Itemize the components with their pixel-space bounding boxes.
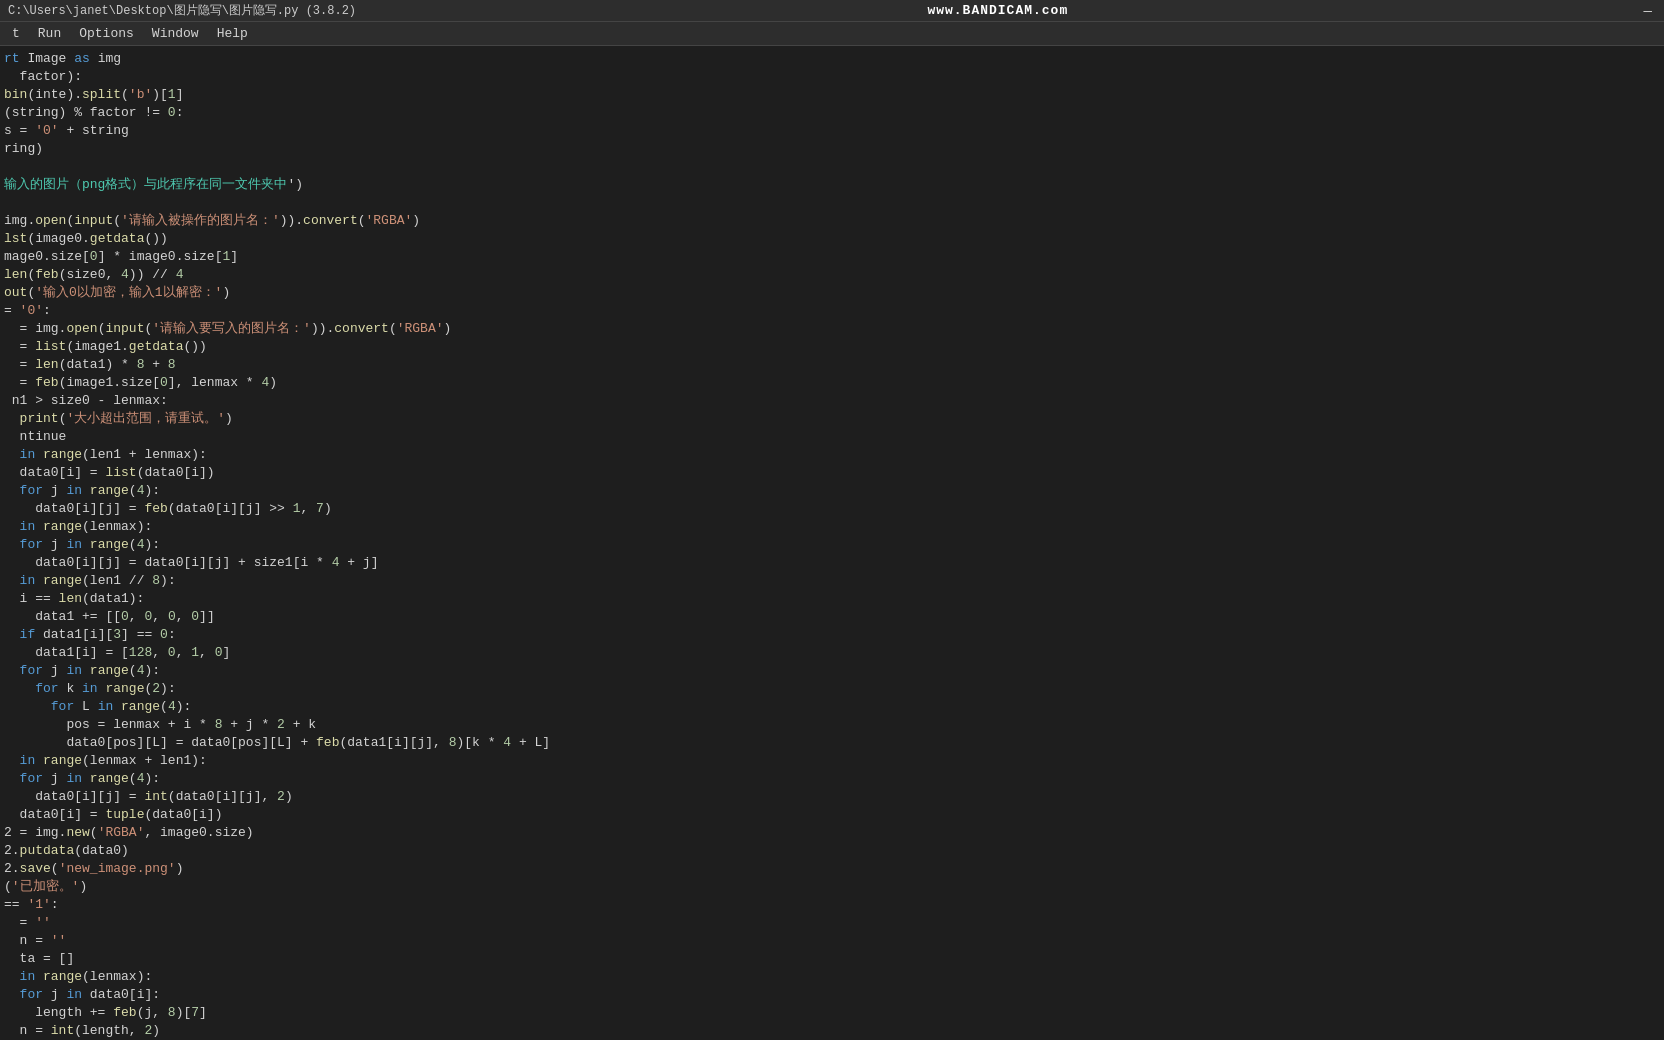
code-line: 2 = img.new('RGBA', image0.size) [0,824,1664,842]
code-line: 2.save('new_image.png') [0,860,1664,878]
code-line: data0[i][j] = int(data0[i][j], 2) [0,788,1664,806]
code-line: data0[i][j] = data0[i][j] + size1[i * 4 … [0,554,1664,572]
code-line: == '1': [0,896,1664,914]
code-line: bin(inte).split('b')[1] [0,86,1664,104]
code-line: n = int(length, 2) [0,1022,1664,1040]
code-line: = len(data1) * 8 + 8 [0,356,1664,374]
code-line: i == len(data1): [0,590,1664,608]
code-line: 输入的图片（png格式）与此程序在同一文件夹中') [0,176,1664,194]
code-line [0,194,1664,212]
code-line: (string) % factor != 0: [0,104,1664,122]
code-line: rt Image as img [0,50,1664,68]
title-bar-text: C:\Users\janet\Desktop\图片隐写\图片隐写.py (3.8… [8,2,356,19]
code-line: if data1[i][3] == 0: [0,626,1664,644]
code-line: len(feb(size0, 4)) // 4 [0,266,1664,284]
menu-item-t[interactable]: t [4,24,28,43]
code-line: = list(image1.getdata()) [0,338,1664,356]
code-line: = '0': [0,302,1664,320]
code-line: mage0.size[0] * image0.size[1] [0,248,1664,266]
minimize-button[interactable]: — [1640,3,1656,19]
title-bar-controls[interactable]: — [1640,3,1656,19]
code-line: data0[pos][L] = data0[pos][L] + feb(data… [0,734,1664,752]
code-line: for j in range(4): [0,662,1664,680]
code-line: pos = lenmax + i * 8 + j * 2 + k [0,716,1664,734]
code-area: rt Image as img factor): bin(inte).split… [0,46,1664,1040]
code-line: factor): [0,68,1664,86]
code-line: for j in range(4): [0,482,1664,500]
code-line: ('已加密。') [0,878,1664,896]
code-line: 2.putdata(data0) [0,842,1664,860]
code-line: = '' [0,914,1664,932]
code-line: print('大小超出范围，请重试。') [0,410,1664,428]
code-line: data0[i][j] = feb(data0[i][j] >> 1, 7) [0,500,1664,518]
code-line: data1 += [[0, 0, 0, 0]] [0,608,1664,626]
code-line: data1[i] = [128, 0, 1, 0] [0,644,1664,662]
code-line: img.open(input('请输入被操作的图片名：')).convert('… [0,212,1664,230]
code-line [0,158,1664,176]
code-line: in range(lenmax): [0,518,1664,536]
code-line: = feb(image1.size[0], lenmax * 4) [0,374,1664,392]
title-bar: C:\Users\janet\Desktop\图片隐写\图片隐写.py (3.8… [0,0,1664,22]
code-line: for k in range(2): [0,680,1664,698]
code-line: ring) [0,140,1664,158]
code-line: for j in range(4): [0,536,1664,554]
code-line: in range(len1 + lenmax): [0,446,1664,464]
code-line: ntinue [0,428,1664,446]
menu-item-options[interactable]: Options [71,24,142,43]
code-line: data0[i] = tuple(data0[i]) [0,806,1664,824]
code-line: = img.open(input('请输入要写入的图片名：')).convert… [0,320,1664,338]
code-line: in range(len1 // 8): [0,572,1664,590]
code-line: ta = [] [0,950,1664,968]
menu-item-window[interactable]: Window [144,24,207,43]
code-line: in range(lenmax + len1): [0,752,1664,770]
code-line: for j in range(4): [0,770,1664,788]
code-line: in range(lenmax): [0,968,1664,986]
code-line: for j in data0[i]: [0,986,1664,1004]
menu-bar: t Run Options Window Help [0,22,1664,46]
code-line: length += feb(j, 8)[7] [0,1004,1664,1022]
menu-item-help[interactable]: Help [209,24,256,43]
menu-item-run[interactable]: Run [30,24,69,43]
code-line: n1 > size0 - lenmax: [0,392,1664,410]
code-line: data0[i] = list(data0[i]) [0,464,1664,482]
code-line: s = '0' + string [0,122,1664,140]
bandicam-logo: www.BANDICAM.com [927,3,1068,18]
code-line: n = '' [0,932,1664,950]
code-line: for L in range(4): [0,698,1664,716]
code-line: out('输入0以加密，输入1以解密：') [0,284,1664,302]
code-line: lst(image0.getdata()) [0,230,1664,248]
